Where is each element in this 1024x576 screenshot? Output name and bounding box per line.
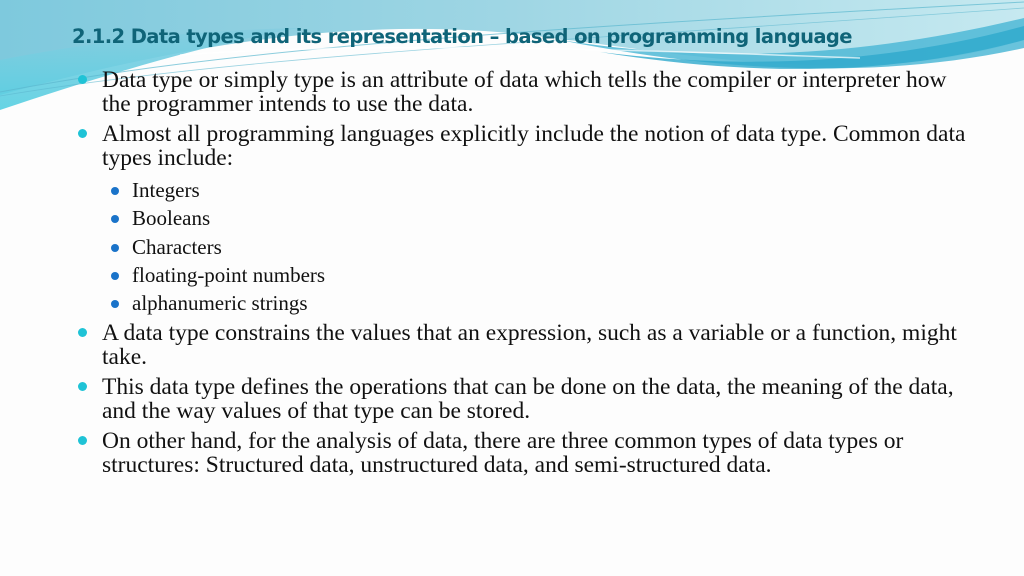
sub-bullet-text: Booleans (132, 206, 211, 231)
bullet-text: On other hand, for the analysis of data,… (102, 428, 904, 479)
bullet-item: Data type or simply type is an attribute… (78, 68, 978, 116)
slide: 2.1.2 Data types and its representation … (0, 0, 1024, 576)
sub-bullet-item: Integers (102, 176, 978, 204)
bullet-dot-icon (78, 436, 87, 446)
bullet-item: Almost all programming languages explici… (78, 122, 978, 170)
bullet-text: Data type or simply type is an attribute… (102, 67, 947, 117)
sub-bullet-text: floating-point numbers (132, 262, 326, 287)
bullet-item: This data type defines the operations th… (78, 375, 978, 423)
sub-bullet-list: Integers Booleans Characters floating-po… (78, 176, 978, 317)
sub-bullet-dot-icon (111, 187, 119, 195)
sub-bullet-item: Characters (102, 233, 978, 261)
sub-bullet-dot-icon (111, 271, 119, 280)
sub-bullet-group: Integers Booleans Characters floating-po… (78, 176, 978, 317)
sub-bullet-text: Integers (132, 178, 200, 202)
bullet-text: Almost all programming languages explici… (102, 121, 966, 171)
bullet-dot-icon (78, 382, 87, 392)
sub-bullet-text: alphanumeric strings (132, 291, 308, 316)
bullet-dot-icon (78, 328, 87, 338)
bullet-text: A data type constrains the values that a… (102, 320, 957, 371)
sub-bullet-text: Characters (132, 234, 222, 259)
sub-bullet-dot-icon (111, 300, 119, 309)
sub-bullet-item: Booleans (102, 204, 978, 232)
bullet-item: A data type constrains the values that a… (78, 321, 978, 369)
sub-bullet-dot-icon (111, 215, 119, 224)
sub-bullet-dot-icon (111, 243, 119, 252)
bullet-list: Data type or simply type is an attribute… (78, 68, 978, 477)
bullet-item: On other hand, for the analysis of data,… (78, 429, 978, 477)
sub-bullet-item: floating-point numbers (102, 261, 978, 289)
bullet-dot-icon (78, 129, 87, 138)
slide-title: 2.1.2 Data types and its representation … (72, 25, 853, 48)
slide-content: Data type or simply type is an attribute… (78, 68, 978, 483)
bullet-text: This data type defines the operations th… (102, 374, 954, 425)
bullet-dot-icon (78, 75, 87, 84)
sub-bullet-item: alphanumeric strings (102, 289, 978, 317)
